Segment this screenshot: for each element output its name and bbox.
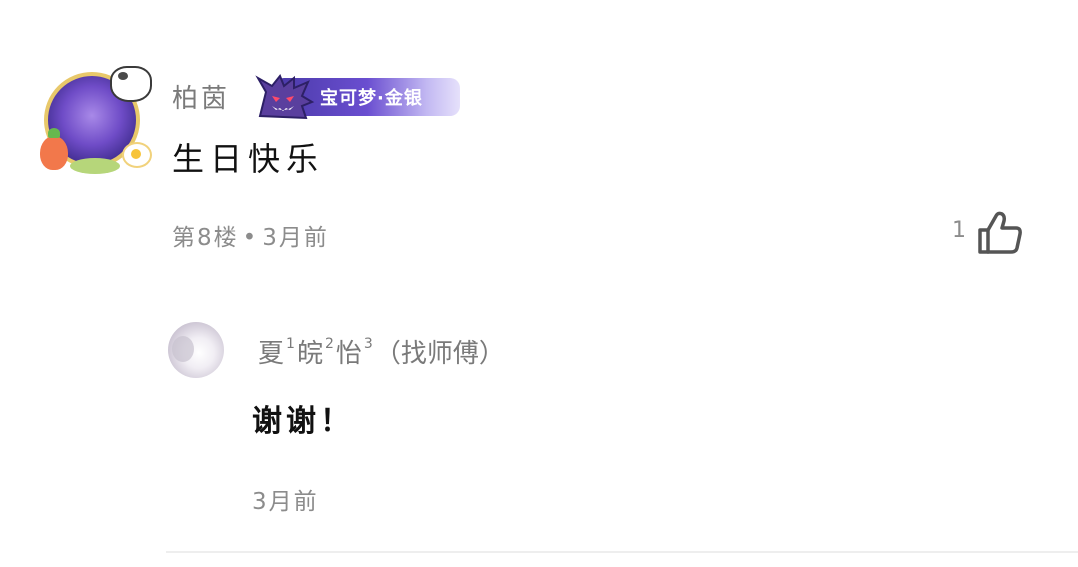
- gengar-icon: [255, 74, 315, 120]
- thumbs-up-icon[interactable]: [976, 210, 1024, 256]
- reply-username-part: 怡: [335, 339, 362, 369]
- avatar-frame-egg-decoration: [122, 142, 152, 168]
- reply-username-part: 皖: [296, 339, 323, 369]
- reply-time: 3月前: [252, 489, 319, 515]
- reply-username-part: 夏: [258, 339, 285, 369]
- reply-username-suffix: （找师傅）: [374, 339, 505, 369]
- reply-username-superscript: 3: [363, 336, 373, 353]
- username[interactable]: 柏茵: [172, 78, 230, 115]
- comment-thread: 柏茵 宝可梦·金银 生日快乐 第8楼 • 3月前 1 夏 1皖 2怡 3（找师傅） 谢谢！…: [0, 0, 1078, 567]
- meta-separator: •: [242, 225, 259, 251]
- reply-username-superscript: 1: [286, 336, 295, 353]
- reply-content: 谢谢！: [252, 404, 354, 439]
- like-count: 1: [952, 218, 966, 243]
- comment-meta: 第8楼 • 3月前: [172, 218, 329, 252]
- avatar-frame-leaf-decoration: [70, 158, 120, 174]
- badge-label: 宝可梦·金银: [320, 88, 423, 109]
- floor-number: 第8楼: [172, 225, 239, 251]
- reply-username[interactable]: 夏 1皖 2怡 3（找师傅）: [258, 333, 505, 370]
- avatar[interactable]: [40, 66, 152, 176]
- comment-time: 3月前: [262, 225, 329, 251]
- comment-content: 生日快乐: [172, 140, 325, 178]
- avatar-frame-cat-decoration: [110, 66, 152, 102]
- reply-username-superscript: 2: [324, 336, 334, 353]
- fan-badge[interactable]: 宝可梦·金银: [254, 72, 462, 120]
- divider: [166, 551, 1078, 553]
- reply-avatar[interactable]: [168, 322, 224, 378]
- avatar-frame-carrot-decoration: [40, 128, 68, 170]
